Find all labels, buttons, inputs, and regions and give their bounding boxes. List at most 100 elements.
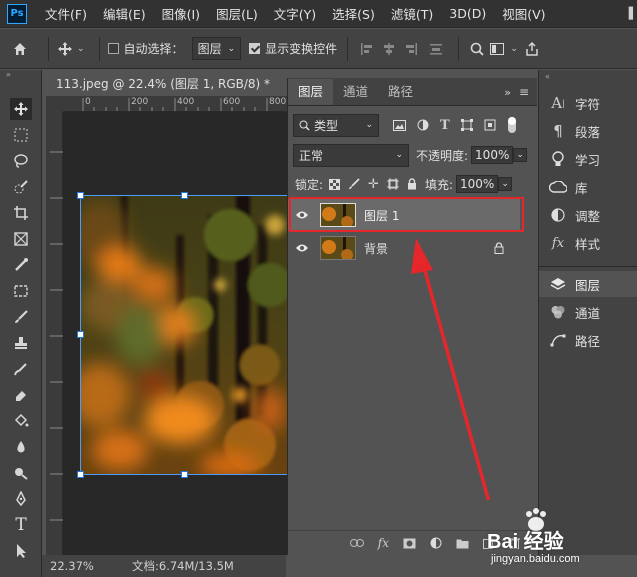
- menu-image[interactable]: 图像(I): [162, 4, 200, 23]
- search-icon[interactable]: [467, 42, 487, 56]
- dock-item-paths[interactable]: 路径: [539, 327, 637, 353]
- eye-icon[interactable]: [288, 243, 316, 253]
- menu-3d[interactable]: 3D(D): [449, 6, 486, 21]
- lasso-tool-icon[interactable]: [10, 150, 32, 172]
- lock-artboard-icon[interactable]: [386, 178, 399, 190]
- new-layer-icon[interactable]: [483, 537, 495, 549]
- layer-row-background[interactable]: 背景: [288, 232, 520, 264]
- filter-shape-icon[interactable]: [460, 119, 473, 131]
- filter-type-icon[interactable]: T: [440, 118, 450, 133]
- trash-icon[interactable]: [509, 537, 520, 549]
- zoom-level[interactable]: 22.37%: [50, 559, 122, 573]
- transform-handle[interactable]: [77, 471, 84, 478]
- dock-collapse-icon[interactable]: «: [545, 72, 550, 81]
- quick-select-tool-icon[interactable]: [10, 176, 32, 198]
- filter-pixel-icon[interactable]: [393, 119, 406, 131]
- home-icon[interactable]: [0, 41, 40, 57]
- history-brush-tool-icon[interactable]: [10, 358, 32, 380]
- dock-item-adjustments[interactable]: 调整: [539, 202, 637, 228]
- chevron-down-icon[interactable]: ⌄: [77, 44, 85, 54]
- lock-transparent-icon[interactable]: [329, 178, 341, 190]
- dock-item-styles[interactable]: fx 样式: [539, 230, 637, 256]
- menu-type[interactable]: 文字(Y): [274, 4, 316, 23]
- move-tool-icon[interactable]: [10, 98, 32, 120]
- new-group-folder-icon[interactable]: [456, 538, 469, 549]
- forest-photo: [80, 195, 287, 475]
- show-transform-label: 显示变换控件: [265, 42, 338, 56]
- transform-handle[interactable]: [77, 192, 84, 199]
- eye-icon[interactable]: [288, 210, 316, 220]
- transform-handle[interactable]: [181, 471, 188, 478]
- transform-handle[interactable]: [77, 331, 84, 338]
- chevron-down-icon[interactable]: ⌄: [507, 44, 521, 54]
- lock-label: 锁定:: [295, 177, 324, 192]
- dock-item-paragraph[interactable]: ¶ 段落: [539, 118, 637, 144]
- toolbar-collapse-icon[interactable]: »: [6, 70, 11, 79]
- layer-style-fx-icon[interactable]: fx: [378, 536, 389, 550]
- workspace-icon[interactable]: [487, 42, 507, 55]
- patch-tool-icon[interactable]: [10, 280, 32, 302]
- filter-smart-object-icon[interactable]: [484, 119, 496, 131]
- dock-item-layers[interactable]: 图层: [539, 271, 637, 297]
- filter-adjustment-icon[interactable]: [417, 119, 429, 131]
- show-transform-checkbox[interactable]: [249, 43, 261, 54]
- align-center-icon[interactable]: [378, 42, 400, 56]
- opacity-field[interactable]: 100%: [471, 146, 514, 164]
- menu-filter[interactable]: 滤镜(T): [391, 4, 433, 23]
- eraser-tool-icon[interactable]: [10, 384, 32, 406]
- filter-toggle-switch[interactable]: [507, 117, 516, 133]
- menu-select[interactable]: 选择(S): [332, 4, 375, 23]
- share-icon[interactable]: [521, 41, 543, 56]
- dock-item-learn[interactable]: 学习: [539, 146, 637, 172]
- frame-tool-icon[interactable]: [10, 228, 32, 250]
- auto-select-checkbox[interactable]: [107, 43, 119, 54]
- blend-mode-dropdown[interactable]: 正常 ⌄: [293, 143, 409, 167]
- align-left-icon[interactable]: [356, 42, 378, 56]
- opacity-dropdown-button[interactable]: ⌄: [513, 148, 527, 162]
- menu-file[interactable]: 文件(F): [45, 4, 87, 23]
- ruler-tick-label: 0: [85, 97, 91, 107]
- move-tool-icon[interactable]: [57, 41, 73, 57]
- new-adjustment-layer-icon[interactable]: [430, 537, 442, 549]
- lock-pixels-brush-icon[interactable]: [348, 178, 360, 190]
- menu-edit[interactable]: 编辑(E): [103, 4, 146, 23]
- fill-field[interactable]: 100%: [456, 175, 499, 193]
- type-tool-icon[interactable]: T: [10, 514, 32, 536]
- path-select-tool-icon[interactable]: [10, 540, 32, 562]
- panel-menu-icon[interactable]: ≡: [519, 79, 529, 105]
- chevron-down-icon: ⌄: [365, 120, 373, 130]
- dock-item-character[interactable]: A | 字符: [539, 90, 637, 116]
- fill-dropdown-button[interactable]: ⌄: [498, 177, 512, 191]
- transform-handle[interactable]: [181, 192, 188, 199]
- filter-kind-dropdown[interactable]: 类型 ⌄: [293, 113, 379, 137]
- dock-item-libraries[interactable]: 库: [539, 174, 637, 200]
- panel-tabs: 图层 通道 路径 » ≡: [288, 78, 537, 106]
- menu-view[interactable]: 视图(V): [502, 4, 545, 23]
- blur-tool-icon[interactable]: [10, 436, 32, 458]
- adjustments-icon: [549, 208, 567, 222]
- tab-channels[interactable]: 通道: [333, 79, 378, 105]
- menu-layer[interactable]: 图层(L): [216, 4, 258, 23]
- stamp-tool-icon[interactable]: [10, 332, 32, 354]
- dodge-tool-icon[interactable]: [10, 462, 32, 484]
- add-mask-icon[interactable]: [403, 538, 416, 549]
- tab-layers[interactable]: 图层: [288, 79, 334, 105]
- collapse-icon[interactable]: »: [504, 79, 511, 105]
- dock-item-channels[interactable]: 通道: [539, 299, 637, 325]
- align-right-icon[interactable]: [400, 42, 422, 56]
- document-tab[interactable]: 113.jpeg @ 22.4% (图层 1, RGB/8) * ×: [46, 72, 280, 94]
- brush-tool-icon[interactable]: [10, 306, 32, 328]
- distribute-icon[interactable]: [422, 42, 450, 56]
- menu-overflow-icon[interactable]: ▐: [625, 7, 633, 20]
- auto-select-target-dropdown[interactable]: 图层 ⌄: [191, 37, 242, 60]
- crop-tool-icon[interactable]: [10, 202, 32, 224]
- layer-row-layer-1[interactable]: 图层 1: [288, 199, 520, 231]
- marquee-tool-icon[interactable]: [10, 124, 32, 146]
- link-layers-icon[interactable]: [349, 539, 364, 547]
- paint-bucket-tool-icon[interactable]: [10, 410, 32, 432]
- lock-all-icon[interactable]: [407, 178, 417, 190]
- eyedropper-tool-icon[interactable]: [10, 254, 32, 276]
- pen-tool-icon[interactable]: [10, 488, 32, 510]
- lock-position-icon[interactable]: ✛: [368, 177, 379, 192]
- tab-paths[interactable]: 路径: [378, 79, 423, 105]
